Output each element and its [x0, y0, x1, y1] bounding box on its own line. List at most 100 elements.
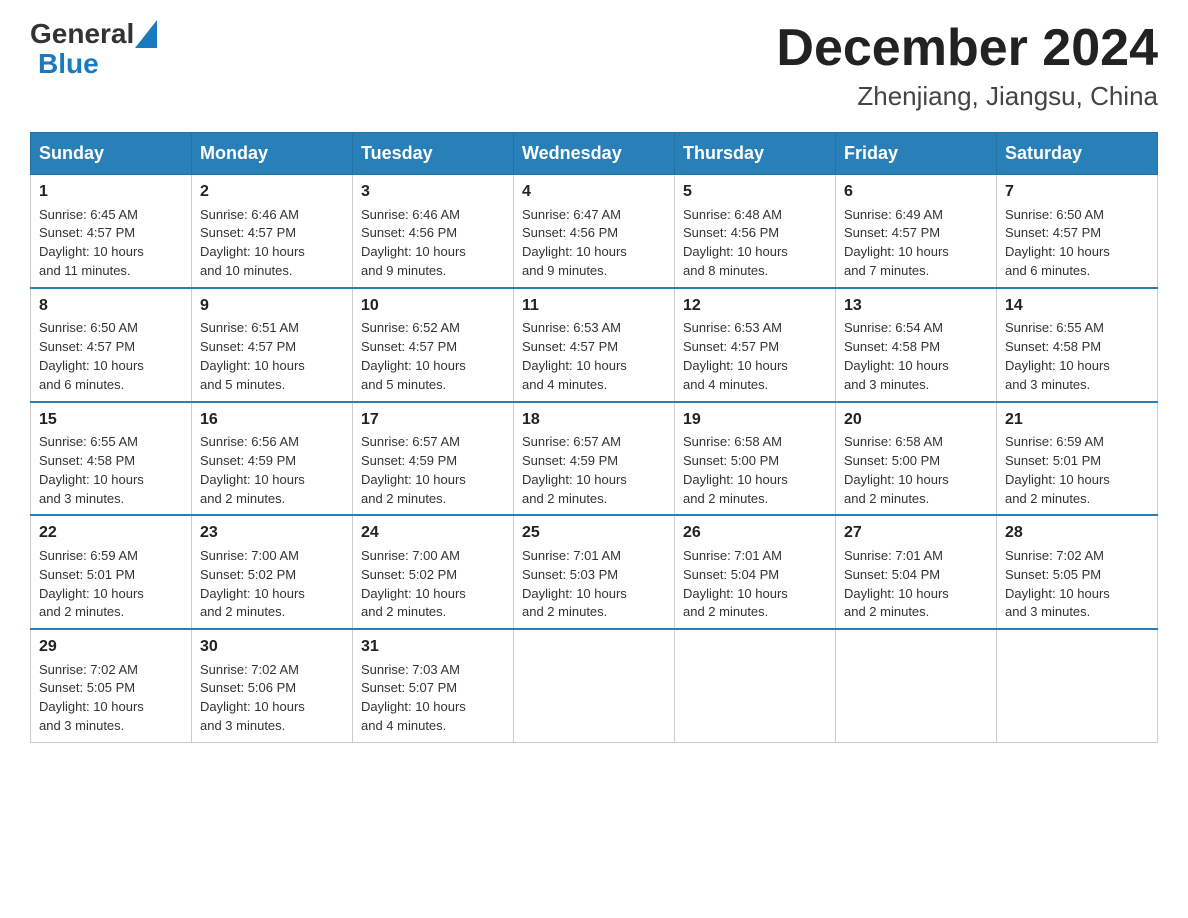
weekday-header-saturday: Saturday	[997, 133, 1158, 175]
day-number: 4	[522, 181, 666, 203]
day-info: Sunrise: 6:55 AM Sunset: 4:58 PM Dayligh…	[39, 433, 183, 508]
day-number: 18	[522, 409, 666, 431]
day-number: 19	[683, 409, 827, 431]
day-info: Sunrise: 6:58 AM Sunset: 5:00 PM Dayligh…	[683, 433, 827, 508]
calendar-cell-5: 5Sunrise: 6:48 AM Sunset: 4:56 PM Daylig…	[675, 175, 836, 288]
day-number: 23	[200, 522, 344, 544]
day-info: Sunrise: 6:50 AM Sunset: 4:57 PM Dayligh…	[1005, 206, 1149, 281]
calendar-cell-25: 25Sunrise: 7:01 AM Sunset: 5:03 PM Dayli…	[514, 515, 675, 629]
weekday-header-tuesday: Tuesday	[353, 133, 514, 175]
day-info: Sunrise: 6:55 AM Sunset: 4:58 PM Dayligh…	[1005, 319, 1149, 394]
calendar-cell-30: 30 Sunrise: 7:02 AM Sunset: 5:06 PM Dayli…	[192, 629, 353, 742]
calendar-cell-17: 17Sunrise: 6:57 AM Sunset: 4:59 PM Dayli…	[353, 402, 514, 516]
calendar-cell-1: 1 Sunrise: 6:45 AM Sunset: 4:57 PM Daylig…	[31, 175, 192, 288]
calendar-cell-3: 3 Sunrise: 6:46 AM Sunset: 4:56 PM Daylig…	[353, 175, 514, 288]
day-number: 6	[844, 181, 988, 203]
day-info: Sunrise: 6:46 AM Sunset: 4:57 PM Dayligh…	[200, 206, 344, 281]
day-info: Sunrise: 6:54 AM Sunset: 4:58 PM Dayligh…	[844, 319, 988, 394]
calendar-cell-9: 9Sunrise: 6:51 AM Sunset: 4:57 PM Daylig…	[192, 288, 353, 402]
day-info: Sunrise: 7:03 AM Sunset: 5:07 PM Dayligh…	[361, 661, 505, 736]
day-number: 15	[39, 409, 183, 431]
location-title: Zhenjiang, Jiangsu, China	[776, 81, 1158, 112]
calendar-cell-7: 7 Sunrise: 6:50 AM Sunset: 4:57 PM Daylig…	[997, 175, 1158, 288]
day-number: 12	[683, 295, 827, 317]
day-info: Sunrise: 7:01 AM Sunset: 5:04 PM Dayligh…	[683, 547, 827, 622]
day-info: Sunrise: 7:00 AM Sunset: 5:02 PM Dayligh…	[200, 547, 344, 622]
day-info: Sunrise: 7:02 AM Sunset: 5:05 PM Dayligh…	[1005, 547, 1149, 622]
day-number: 22	[39, 522, 183, 544]
calendar-cell-26: 26 Sunrise: 7:01 AM Sunset: 5:04 PM Dayli…	[675, 515, 836, 629]
day-number: 27	[844, 522, 988, 544]
calendar-cell-33	[675, 629, 836, 742]
calendar-cell-4: 4 Sunrise: 6:47 AM Sunset: 4:56 PM Daylig…	[514, 175, 675, 288]
day-number: 24	[361, 522, 505, 544]
calendar-cell-23: 23 Sunrise: 7:00 AM Sunset: 5:02 PM Dayli…	[192, 515, 353, 629]
day-number: 11	[522, 295, 666, 317]
day-info: Sunrise: 6:51 AM Sunset: 4:57 PM Dayligh…	[200, 319, 344, 394]
day-number: 8	[39, 295, 183, 317]
day-number: 26	[683, 522, 827, 544]
day-number: 20	[844, 409, 988, 431]
day-number: 21	[1005, 409, 1149, 431]
weekday-header-sunday: Sunday	[31, 133, 192, 175]
calendar-cell-15: 15Sunrise: 6:55 AM Sunset: 4:58 PM Dayli…	[31, 402, 192, 516]
page-header: General Blue December 2024 Zhenjiang, Ji…	[30, 20, 1158, 112]
calendar-cell-32	[514, 629, 675, 742]
day-number: 1	[39, 181, 183, 203]
calendar-cell-27: 27Sunrise: 7:01 AM Sunset: 5:04 PM Dayli…	[836, 515, 997, 629]
day-info: Sunrise: 6:46 AM Sunset: 4:56 PM Dayligh…	[361, 206, 505, 281]
weekday-header-row: SundayMondayTuesdayWednesdayThursdayFrid…	[31, 133, 1158, 175]
day-info: Sunrise: 6:59 AM Sunset: 5:01 PM Dayligh…	[39, 547, 183, 622]
weekday-header-friday: Friday	[836, 133, 997, 175]
day-number: 17	[361, 409, 505, 431]
calendar-cell-35	[997, 629, 1158, 742]
day-info: Sunrise: 6:52 AM Sunset: 4:57 PM Dayligh…	[361, 319, 505, 394]
day-number: 2	[200, 181, 344, 203]
month-title: December 2024	[776, 20, 1158, 77]
calendar-table: SundayMondayTuesdayWednesdayThursdayFrid…	[30, 132, 1158, 743]
day-info: Sunrise: 6:53 AM Sunset: 4:57 PM Dayligh…	[683, 319, 827, 394]
day-number: 31	[361, 636, 505, 658]
calendar-cell-29: 29 Sunrise: 7:02 AM Sunset: 5:05 PM Dayli…	[31, 629, 192, 742]
day-number: 9	[200, 295, 344, 317]
day-info: Sunrise: 6:53 AM Sunset: 4:57 PM Dayligh…	[522, 319, 666, 394]
calendar-cell-13: 13Sunrise: 6:54 AM Sunset: 4:58 PM Dayli…	[836, 288, 997, 402]
calendar-cell-31: 31 Sunrise: 7:03 AM Sunset: 5:07 PM Dayli…	[353, 629, 514, 742]
calendar-cell-10: 10Sunrise: 6:52 AM Sunset: 4:57 PM Dayli…	[353, 288, 514, 402]
day-info: Sunrise: 6:47 AM Sunset: 4:56 PM Dayligh…	[522, 206, 666, 281]
calendar-cell-6: 6Sunrise: 6:49 AM Sunset: 4:57 PM Daylig…	[836, 175, 997, 288]
logo-icon	[135, 20, 157, 48]
weekday-header-monday: Monday	[192, 133, 353, 175]
calendar-cell-12: 12Sunrise: 6:53 AM Sunset: 4:57 PM Dayli…	[675, 288, 836, 402]
day-info: Sunrise: 6:50 AM Sunset: 4:57 PM Dayligh…	[39, 319, 183, 394]
day-number: 29	[39, 636, 183, 658]
day-number: 16	[200, 409, 344, 431]
title-area: December 2024 Zhenjiang, Jiangsu, China	[776, 20, 1158, 112]
calendar-cell-21: 21Sunrise: 6:59 AM Sunset: 5:01 PM Dayli…	[997, 402, 1158, 516]
calendar-cell-20: 20Sunrise: 6:58 AM Sunset: 5:00 PM Dayli…	[836, 402, 997, 516]
weekday-header-thursday: Thursday	[675, 133, 836, 175]
day-info: Sunrise: 7:02 AM Sunset: 5:05 PM Dayligh…	[39, 661, 183, 736]
calendar-cell-2: 2 Sunrise: 6:46 AM Sunset: 4:57 PM Daylig…	[192, 175, 353, 288]
week-row-1: 1 Sunrise: 6:45 AM Sunset: 4:57 PM Daylig…	[31, 175, 1158, 288]
day-number: 28	[1005, 522, 1149, 544]
day-info: Sunrise: 7:00 AM Sunset: 5:02 PM Dayligh…	[361, 547, 505, 622]
day-info: Sunrise: 6:59 AM Sunset: 5:01 PM Dayligh…	[1005, 433, 1149, 508]
day-number: 10	[361, 295, 505, 317]
weekday-header-wednesday: Wednesday	[514, 133, 675, 175]
calendar-cell-34	[836, 629, 997, 742]
logo-general-text: General	[30, 20, 134, 48]
day-info: Sunrise: 6:57 AM Sunset: 4:59 PM Dayligh…	[361, 433, 505, 508]
day-info: Sunrise: 6:45 AM Sunset: 4:57 PM Dayligh…	[39, 206, 183, 281]
week-row-4: 22 Sunrise: 6:59 AM Sunset: 5:01 PM Dayli…	[31, 515, 1158, 629]
day-number: 7	[1005, 181, 1149, 203]
calendar-cell-19: 19Sunrise: 6:58 AM Sunset: 5:00 PM Dayli…	[675, 402, 836, 516]
day-info: Sunrise: 6:58 AM Sunset: 5:00 PM Dayligh…	[844, 433, 988, 508]
week-row-2: 8Sunrise: 6:50 AM Sunset: 4:57 PM Daylig…	[31, 288, 1158, 402]
day-number: 30	[200, 636, 344, 658]
day-number: 14	[1005, 295, 1149, 317]
calendar-cell-22: 22 Sunrise: 6:59 AM Sunset: 5:01 PM Dayli…	[31, 515, 192, 629]
day-info: Sunrise: 6:48 AM Sunset: 4:56 PM Dayligh…	[683, 206, 827, 281]
day-number: 3	[361, 181, 505, 203]
day-info: Sunrise: 7:02 AM Sunset: 5:06 PM Dayligh…	[200, 661, 344, 736]
